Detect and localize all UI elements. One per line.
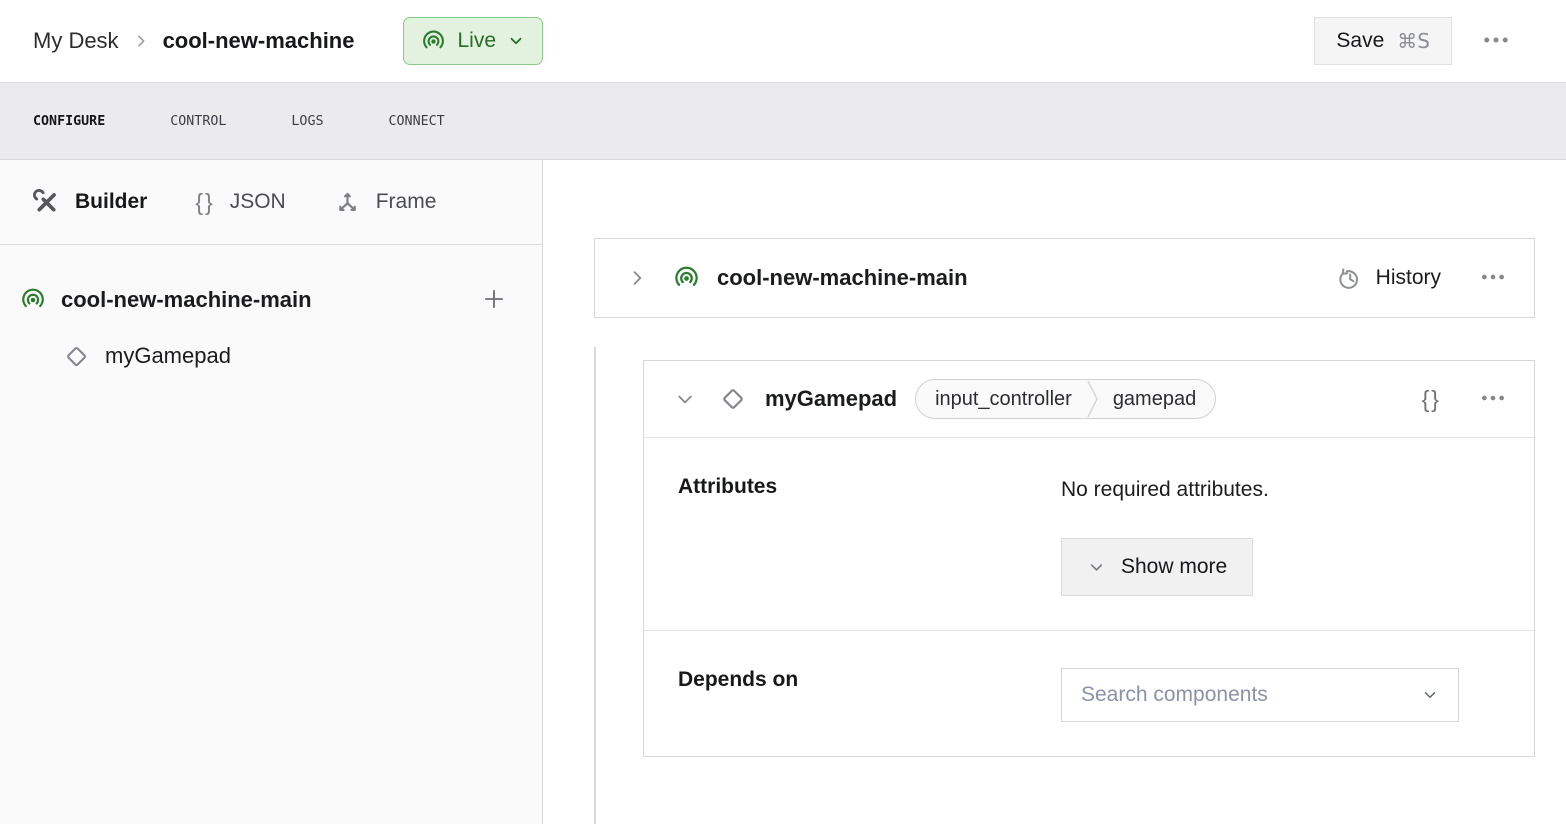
component-diamond-icon — [719, 385, 747, 413]
chevron-down-icon — [1421, 686, 1439, 704]
tree-connector-line — [594, 347, 596, 824]
show-more-button[interactable]: Show more — [1061, 538, 1253, 596]
tab-configure[interactable]: CONFIGURE — [33, 108, 105, 135]
view-tab-builder[interactable]: Builder — [33, 189, 147, 216]
config-view-switcher: Builder {} JSON Frame — [0, 160, 542, 245]
chevron-down-icon — [1087, 558, 1106, 577]
component-type: input_controller — [935, 388, 1072, 411]
depends-on-select[interactable] — [1061, 668, 1459, 722]
machine-part-title: cool-new-machine-main — [717, 265, 968, 291]
save-shortcut-hint: ⌘S — [1397, 29, 1430, 53]
braces-icon: {} — [195, 189, 214, 216]
ellipsis-icon — [1479, 263, 1507, 294]
tree-item-label: myGamepad — [105, 343, 231, 369]
plus-icon — [481, 286, 507, 315]
ellipsis-icon — [1481, 25, 1511, 58]
depends-on-label: Depends on — [644, 631, 1061, 757]
attributes-section: Attributes No required attributes. Show … — [644, 438, 1534, 631]
show-more-label: Show more — [1121, 555, 1227, 579]
badge-chevron-separator-icon — [1086, 380, 1099, 418]
breadcrumb-chevron-icon — [133, 33, 149, 49]
ellipsis-icon — [1479, 384, 1507, 415]
breadcrumb-my-desk[interactable]: My Desk — [33, 28, 119, 54]
view-tab-label: Builder — [75, 190, 147, 214]
page-body: Builder {} JSON Frame — [0, 160, 1566, 824]
tab-connect[interactable]: CONNECT — [389, 108, 445, 135]
header-more-options-button[interactable] — [1472, 17, 1520, 65]
tree-item-machine-main[interactable]: cool-new-machine-main — [0, 277, 542, 323]
machine-part-tree: cool-new-machine-main myGamepad — [0, 245, 542, 824]
machine-part-card: cool-new-machine-main History — [594, 238, 1535, 318]
component-more-button[interactable] — [1479, 384, 1507, 415]
live-badge-label: Live — [457, 29, 496, 53]
history-button-label: History — [1376, 266, 1441, 290]
component-card-header: myGamepad input_controller gamepad {} — [644, 361, 1534, 438]
breadcrumb: My Desk cool-new-machine — [33, 28, 354, 54]
configure-sidebar: Builder {} JSON Frame — [0, 160, 543, 824]
search-components-input[interactable] — [1081, 683, 1421, 707]
tree-item-label: cool-new-machine-main — [61, 287, 312, 313]
tab-logs[interactable]: LOGS — [291, 108, 323, 135]
depends-on-section: Depends on — [644, 631, 1534, 757]
view-tab-label: JSON — [230, 190, 286, 214]
component-name: myGamepad — [765, 386, 897, 412]
save-button[interactable]: Save ⌘S — [1314, 17, 1452, 65]
history-clock-icon — [1336, 265, 1363, 292]
view-tab-json[interactable]: {} JSON — [195, 189, 285, 216]
component-type-badge: input_controller gamepad — [915, 379, 1216, 419]
component-model: gamepad — [1113, 388, 1196, 411]
axes-icon — [334, 189, 361, 216]
history-button[interactable]: History — [1336, 265, 1441, 292]
configure-main-panel: cool-new-machine-main History — [543, 160, 1566, 824]
component-json-button[interactable]: {} — [1422, 386, 1441, 413]
attributes-empty-message: No required attributes. — [1061, 478, 1269, 502]
live-status-dropdown[interactable]: Live — [403, 17, 543, 65]
attributes-label: Attributes — [644, 438, 1061, 630]
chevron-down-icon — [507, 32, 525, 50]
machine-card-more-button[interactable] — [1479, 263, 1507, 294]
view-tab-frame[interactable]: Frame — [334, 189, 437, 216]
breadcrumb-machine-name: cool-new-machine — [163, 28, 355, 54]
component-diamond-icon — [63, 343, 90, 370]
tools-icon — [33, 189, 60, 216]
collapse-chevron-down-icon[interactable] — [675, 389, 695, 409]
live-broadcast-icon — [20, 287, 46, 313]
add-component-button[interactable] — [479, 285, 509, 315]
tab-control[interactable]: CONTROL — [170, 108, 226, 135]
viam-machine-config-page: My Desk cool-new-machine Live Save ⌘S — [0, 0, 1566, 824]
top-header: My Desk cool-new-machine Live Save ⌘S — [0, 0, 1566, 82]
machine-tab-bar: CONFIGURE CONTROL LOGS CONNECT — [0, 82, 1566, 160]
expand-chevron-right-icon[interactable] — [627, 268, 647, 288]
tree-item-mygamepad[interactable]: myGamepad — [0, 333, 542, 379]
live-broadcast-icon — [421, 29, 446, 54]
view-tab-label: Frame — [376, 190, 437, 214]
component-card-mygamepad: myGamepad input_controller gamepad {} — [643, 360, 1535, 757]
save-button-label: Save — [1336, 29, 1384, 53]
live-broadcast-icon — [673, 265, 700, 292]
